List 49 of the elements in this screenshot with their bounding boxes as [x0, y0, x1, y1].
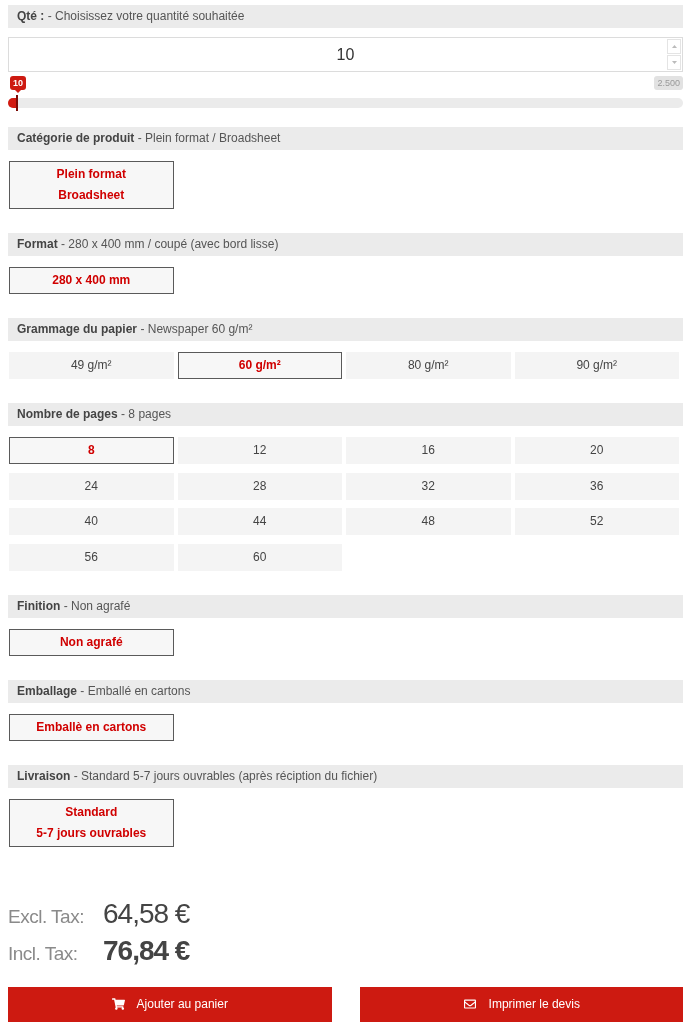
section-heading: Qté : - Choisissez votre quantité souhaitée [8, 5, 683, 28]
option-button[interactable]: 49 g/m² [9, 352, 174, 379]
envelope-icon [462, 998, 477, 1010]
option-button[interactable]: Emballè en cartons [9, 713, 174, 741]
print-quote-button[interactable]: Imprimer le devis [359, 986, 683, 1022]
increment-button[interactable] [667, 39, 681, 54]
caret-down-icon [671, 61, 677, 64]
option-button[interactable]: 90 g/m² [514, 352, 679, 379]
section-heading: Nombre de pages - 8 pages [8, 403, 683, 426]
option-button[interactable]: 48 [346, 508, 511, 535]
option-button[interactable]: 40 [9, 508, 174, 535]
quantity-input[interactable]: 10 [8, 37, 683, 72]
option-button[interactable]: 60 g/m² [177, 352, 342, 379]
price-value: 64,58 € [103, 896, 190, 931]
option-button[interactable]: 12 [177, 437, 342, 464]
option-button[interactable]: 24 [9, 472, 174, 500]
slider-max-badge: 2.500 [654, 76, 683, 90]
option-button[interactable]: 44 [177, 508, 342, 535]
price-label: Excl. Tax: [8, 904, 85, 929]
option-button[interactable]: Plein format Broadsheet [9, 161, 174, 209]
price-label: Incl. Tax: [8, 941, 79, 966]
add-to-cart-button[interactable]: Ajouter au panier [8, 986, 332, 1022]
section-heading: Livraison - Standard 5-7 jours ouvrables (après réciption du fichier) [8, 764, 683, 788]
option-button[interactable]: 20 [514, 437, 679, 464]
section-heading: Grammage du papier - Newspaper 60 g/m² [8, 318, 683, 341]
option-button[interactable]: 80 g/m² [346, 352, 511, 379]
option-button[interactable]: 28 [177, 472, 342, 500]
price-value: 76,84 € [103, 933, 190, 968]
section-heading: Finition - Non agrafé [8, 594, 683, 618]
section-heading: Emballage - Emballé en cartons [8, 679, 683, 703]
option-button[interactable]: Non agrafé [9, 628, 174, 656]
quantity-slider[interactable] [8, 98, 683, 108]
option-button[interactable]: 60 [177, 543, 342, 571]
cart-icon [111, 998, 125, 1010]
section-heading: Format - 280 x 400 mm / coupé (avec bord lisse) [8, 233, 683, 256]
option-button[interactable]: 52 [514, 508, 679, 535]
section-heading: Catégorie de produit - Plein format / Broadsheet [8, 127, 683, 150]
option-button[interactable]: 56 [9, 543, 174, 571]
option-button[interactable]: Standard 5-7 jours ouvrables [9, 798, 174, 847]
slider-handle[interactable] [16, 95, 19, 111]
option-button[interactable]: 16 [346, 437, 511, 464]
quantity-value: 10 [336, 44, 355, 65]
option-button[interactable]: 32 [346, 472, 511, 500]
option-button[interactable]: 280 x 400 mm [9, 267, 174, 294]
decrement-button[interactable] [667, 55, 681, 70]
option-button[interactable]: 36 [514, 472, 679, 500]
option-button[interactable]: 8 [9, 437, 174, 464]
slider-value-badge: 10 [10, 76, 27, 90]
caret-up-icon [671, 45, 677, 48]
